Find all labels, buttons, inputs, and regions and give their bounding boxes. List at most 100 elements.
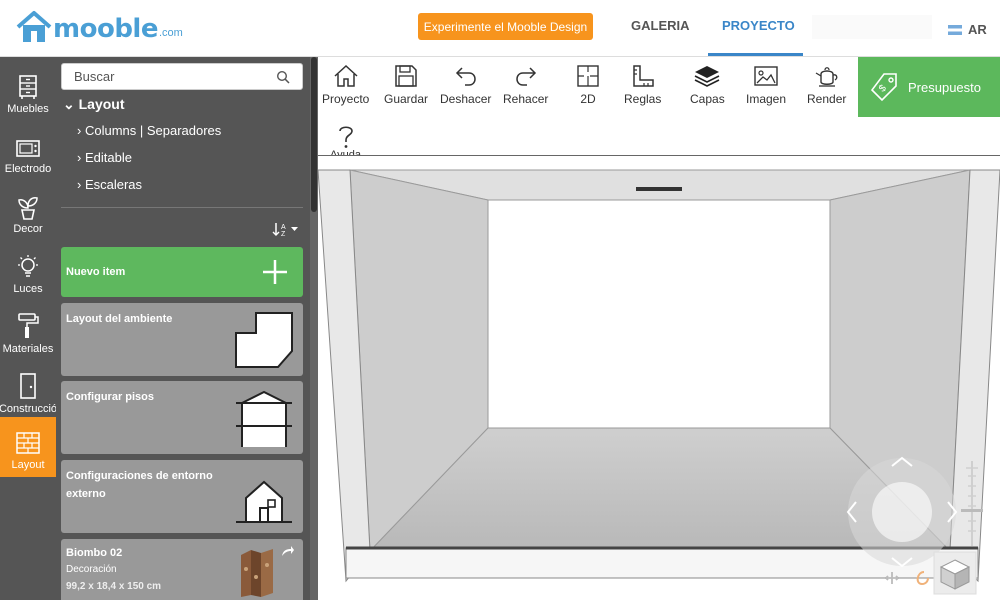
rail-item-muebles[interactable]: Muebles xyxy=(0,61,56,121)
rail-item-construccion[interactable]: Construcció xyxy=(0,361,56,421)
rail-label: Construcció xyxy=(0,403,56,415)
tree-item-label: Escaleras xyxy=(84,177,143,192)
search-input[interactable]: Buscar xyxy=(61,63,303,90)
budget-label: Presupuesto xyxy=(908,79,981,95)
product-dimensions: 99,2 x 18,4 x 150 cm xyxy=(66,581,162,592)
rail-item-luces[interactable]: Luces xyxy=(0,241,56,301)
tool-label: 2D xyxy=(580,92,596,106)
search-icon[interactable] xyxy=(276,70,290,84)
rail-label: Materiales xyxy=(2,343,54,355)
rulers-button[interactable]: Reglas xyxy=(624,64,661,106)
layout-room-card[interactable]: Layout del ambiente xyxy=(61,303,303,376)
nav-galeria[interactable]: GALERIA xyxy=(631,18,690,33)
search-placeholder: Buscar xyxy=(74,69,115,84)
save-button[interactable]: Guardar xyxy=(384,64,428,106)
undo-icon xyxy=(455,67,476,86)
rotate-icon[interactable] xyxy=(916,571,929,586)
catalog-panel: Buscar ⌄ Layout › Columns | Separadores … xyxy=(56,57,310,600)
brick-wall-icon xyxy=(16,432,40,454)
tool-label: Imagen xyxy=(746,92,787,106)
project-button[interactable]: Proyecto xyxy=(322,64,369,106)
rail-label: Electrodo xyxy=(4,163,52,175)
card-title: Layout del ambiente xyxy=(66,313,173,325)
image-button[interactable]: Imagen xyxy=(746,64,786,106)
door-icon xyxy=(20,373,36,399)
tool-label: Guardar xyxy=(384,92,429,106)
card-title: Nuevo item xyxy=(66,266,126,278)
top-header: mooble .com Experimente el Mooble Design… xyxy=(0,0,1000,57)
layers-icon xyxy=(694,66,720,87)
pan-move-icon[interactable] xyxy=(885,572,899,584)
logo-text: mooble xyxy=(53,14,158,44)
tree-item-editable[interactable]: › Editable xyxy=(77,150,132,165)
tool-label: Capas xyxy=(690,92,725,106)
active-nav-indicator xyxy=(708,53,803,56)
floorplan-icon xyxy=(577,65,599,87)
lightbulb-icon xyxy=(18,255,38,277)
view-2d-button[interactable]: 2D xyxy=(576,64,600,106)
logo-tld: .com xyxy=(158,27,183,39)
product-name: Biombo 02 xyxy=(66,547,123,559)
undo-button[interactable]: Deshacer xyxy=(440,64,491,106)
camera-navigation-controls[interactable] xyxy=(846,456,1000,596)
redo-icon xyxy=(515,67,536,86)
rail-item-decor[interactable]: Decor xyxy=(0,181,56,241)
category-rail: Muebles Electrodo Decor Luces Materiales… xyxy=(0,57,56,600)
card-title: Configuraciones de entorno externo xyxy=(66,470,213,500)
tool-label: Rehacer xyxy=(503,92,549,106)
tool-label: Render xyxy=(807,92,847,106)
tool-label: Proyecto xyxy=(322,92,370,106)
help-icon xyxy=(338,126,353,148)
house-logo-icon xyxy=(16,11,52,42)
mooble-logo[interactable]: mooble .com xyxy=(16,10,183,44)
redo-button[interactable]: Rehacer xyxy=(503,64,548,106)
tree-root-layout[interactable]: ⌄ Layout xyxy=(63,96,125,113)
svg-text:A: A xyxy=(281,224,286,231)
save-icon xyxy=(395,65,417,87)
rail-label: Luces xyxy=(13,283,43,295)
country-selector[interactable]: AR xyxy=(948,22,987,37)
tree-item-escaleras[interactable]: › Escaleras xyxy=(77,177,142,192)
mooble-design-promo-button[interactable]: Experimente el Mooble Design xyxy=(418,13,593,40)
tree-item-columns[interactable]: › Columns | Separadores xyxy=(77,123,221,138)
svg-text:Z: Z xyxy=(281,231,286,237)
argentina-flag-icon xyxy=(948,24,962,35)
tool-label: Reglas xyxy=(624,92,662,106)
teapot-icon xyxy=(815,67,838,87)
furniture-icon xyxy=(19,75,37,99)
image-icon xyxy=(754,66,778,86)
paint-roller-icon xyxy=(18,313,39,338)
3d-cube-view-icon[interactable] xyxy=(933,551,977,595)
budget-button[interactable]: $ Presupuesto xyxy=(858,57,1000,117)
main-toolbar: Proyecto Guardar Deshacer Rehacer 2D Reg… xyxy=(318,57,858,117)
tree-item-label: Columns | Separadores xyxy=(84,123,222,138)
environment-card[interactable]: Configuraciones de entorno externo xyxy=(61,460,303,533)
svg-text:$: $ xyxy=(877,83,889,95)
layers-button[interactable]: Capas xyxy=(690,64,725,106)
room-layout-icon xyxy=(235,312,293,368)
catalog-scrollbar-thumb[interactable] xyxy=(311,57,317,212)
share-arrow-icon[interactable] xyxy=(281,545,295,557)
floors-icon xyxy=(236,390,292,447)
rail-label: Decor xyxy=(13,223,43,235)
product-category: Decoración xyxy=(66,564,117,575)
ruler-icon xyxy=(632,65,654,87)
rail-item-materiales[interactable]: Materiales xyxy=(0,301,56,361)
card-title: Configurar pisos xyxy=(66,391,155,403)
biombo-thumbnail xyxy=(241,549,273,597)
rail-item-layout[interactable]: Layout xyxy=(0,417,56,477)
product-card-biombo[interactable]: Biombo 02 Decoración 99,2 x 18,4 x 150 c… xyxy=(61,539,303,600)
rail-label: Muebles xyxy=(7,103,49,115)
nav-placeholder xyxy=(812,15,932,39)
product-info: Biombo 02 Decoración 99,2 x 18,4 x 150 c… xyxy=(66,544,226,596)
render-button[interactable]: Render xyxy=(807,64,846,106)
sort-az-icon[interactable]: AZ xyxy=(272,221,300,240)
microwave-icon xyxy=(16,140,40,157)
rail-item-electrodo[interactable]: Electrodo xyxy=(0,121,56,181)
home-icon xyxy=(334,64,358,87)
new-item-card[interactable]: Nuevo item xyxy=(61,247,303,297)
tree-item-label: Editable xyxy=(84,150,132,165)
floors-card[interactable]: Configurar pisos xyxy=(61,381,303,454)
plant-icon xyxy=(18,197,38,220)
nav-proyecto[interactable]: PROYECTO xyxy=(722,18,795,33)
